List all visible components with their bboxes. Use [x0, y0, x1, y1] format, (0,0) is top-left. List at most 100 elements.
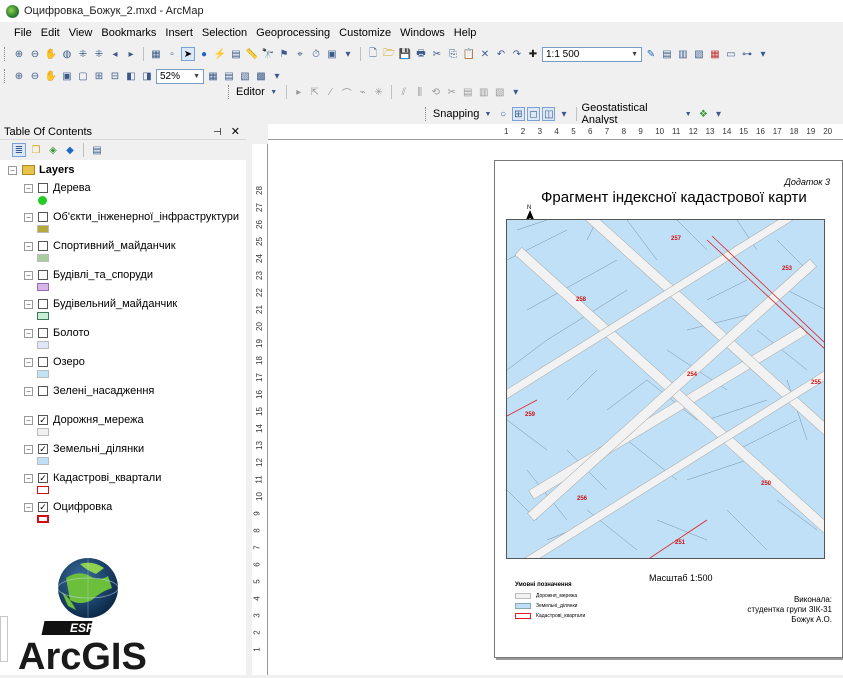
delete-icon[interactable]: ✕ — [478, 47, 492, 61]
snapping-menu-button[interactable]: Snapping — [433, 108, 480, 120]
zoom-out-icon[interactable]: ⊖ — [28, 47, 42, 61]
collapse-icon[interactable]: − — [24, 502, 33, 512]
layer-visibility-checkbox[interactable]: ✓ — [38, 473, 48, 483]
cut-polygons-icon[interactable]: ⫼ — [413, 85, 427, 99]
layer-row[interactable]: − Болото — [24, 325, 90, 341]
layer-visibility-checkbox[interactable] — [38, 386, 48, 396]
create-viewer-icon[interactable]: ▣ — [325, 47, 339, 61]
go-to-xy-icon[interactable]: ⌖ — [293, 47, 307, 61]
collapse-icon[interactable]: − — [24, 473, 33, 483]
close-icon[interactable]: ✕ — [231, 126, 240, 138]
layer-symbol-swatch[interactable] — [37, 341, 49, 349]
edit-annotation-icon[interactable]: ⇱ — [308, 85, 322, 99]
collapse-icon[interactable]: − — [24, 212, 33, 222]
html-popup-icon[interactable]: ▤ — [229, 47, 243, 61]
layer-row[interactable]: − ✓ Земельні_ділянки — [24, 441, 144, 457]
layer-visibility-checkbox[interactable] — [38, 357, 48, 367]
layer-symbol-swatch[interactable] — [37, 254, 49, 262]
list-by-visibility-icon[interactable]: ◈ — [46, 143, 60, 157]
list-by-drawing-order-icon[interactable]: ≣ — [12, 143, 26, 157]
chevron-down-icon[interactable]: ▼ — [267, 85, 281, 99]
editor-menu-button[interactable]: Editor — [236, 86, 265, 98]
collapse-icon[interactable]: − — [24, 444, 33, 454]
toolbar-grip[interactable] — [4, 69, 7, 83]
measure-icon[interactable]: 📏 — [245, 47, 259, 61]
zoom-100-icon[interactable]: ▢ — [76, 69, 90, 83]
point-icon[interactable]: ✳ — [372, 85, 386, 99]
layout-zoom-out-icon[interactable]: ⊖ — [28, 69, 42, 83]
geostatistical-wizard-icon[interactable]: ❖ — [697, 107, 710, 121]
find-route-icon[interactable]: ⚑ — [277, 47, 291, 61]
toggle-draft-mode-icon[interactable]: ▦ — [206, 69, 220, 83]
overflow-icon[interactable]: ▾ — [509, 85, 523, 99]
options-icon[interactable]: ▤ — [90, 143, 104, 157]
back-icon[interactable]: ◂ — [108, 47, 122, 61]
layer-visibility-checkbox[interactable]: ✓ — [38, 415, 48, 425]
menu-geoprocessing[interactable]: Geoprocessing — [256, 27, 330, 39]
zoom-whole-page-icon[interactable]: ▣ — [60, 69, 74, 83]
point-snapping-icon[interactable]: ○ — [497, 107, 510, 121]
collapse-icon[interactable]: − — [24, 270, 33, 280]
fixed-zoom-out-icon[interactable]: ⊟ — [108, 69, 122, 83]
rotate-icon[interactable]: ⟲ — [429, 85, 443, 99]
toolbar-grip[interactable] — [228, 85, 231, 99]
layer-visibility-checkbox[interactable] — [38, 183, 48, 193]
layer-row[interactable]: − Спортивний_майданчик — [24, 238, 176, 254]
layout-page[interactable]: Додаток 3 Фрагмент індексної кадастрової… — [494, 160, 843, 658]
collapse-icon[interactable]: − — [24, 386, 33, 396]
overflow-icon[interactable]: ▾ — [341, 47, 355, 61]
clear-selection-icon[interactable]: ▫ — [165, 47, 179, 61]
layer-row[interactable]: − ✓ Оцифровка — [24, 499, 112, 515]
undo-icon[interactable]: ↶ — [494, 47, 508, 61]
full-extent-icon[interactable]: ◍ — [60, 47, 74, 61]
list-by-source-icon[interactable]: ❒ — [29, 143, 43, 157]
menu-bookmarks[interactable]: Bookmarks — [101, 27, 156, 39]
collapse-icon[interactable]: − — [24, 183, 33, 193]
layout-zoom-in-icon[interactable]: ⊕ — [12, 69, 26, 83]
paste-icon[interactable]: 📋 — [462, 47, 476, 61]
fixed-zoom-out-icon[interactable]: ⁜ — [92, 47, 106, 61]
layout-zoom-combo[interactable]: 52% ▼ — [156, 68, 204, 84]
edit-tool-icon[interactable]: ▸ — [292, 85, 306, 99]
layer-row[interactable]: − Будівлі_та_споруди — [24, 267, 153, 283]
split-icon[interactable]: ✂ — [445, 85, 459, 99]
layer-row[interactable]: − Зелені_насадження — [24, 383, 154, 399]
create-features-icon[interactable]: ▧ — [493, 85, 507, 99]
pin-icon[interactable]: ⊣ — [213, 127, 222, 138]
overflow-icon[interactable]: ▾ — [712, 107, 725, 121]
overflow-icon[interactable]: ▾ — [270, 69, 284, 83]
arctoolbox-icon[interactable]: ▦ — [708, 47, 722, 61]
layer-row[interactable]: − ✓ Кадастрові_квартали — [24, 470, 161, 486]
search-window-icon[interactable]: ▧ — [692, 47, 706, 61]
layout-pan-icon[interactable]: ✋ — [44, 69, 58, 83]
layer-symbol-swatch[interactable] — [37, 312, 49, 320]
split-tool-icon[interactable]: ⫽ — [397, 85, 411, 99]
end-snapping-icon[interactable]: ⊞ — [511, 107, 525, 121]
layer-symbol-swatch[interactable] — [37, 457, 49, 465]
add-data-icon[interactable]: ✚ — [526, 47, 540, 61]
model-builder-icon[interactable]: ⊶ — [740, 47, 754, 61]
toolbar-grip[interactable] — [4, 47, 7, 61]
vertex-snapping-icon[interactable]: ◻ — [526, 107, 541, 121]
collapse-icon[interactable]: − — [24, 241, 33, 251]
chevron-down-icon[interactable]: ▼ — [682, 107, 695, 121]
chevron-down-icon[interactable]: ▼ — [481, 107, 494, 121]
fixed-zoom-in-icon[interactable]: ⊞ — [92, 69, 106, 83]
menu-help[interactable]: Help — [454, 27, 477, 39]
open-icon[interactable]: 🗁 — [382, 47, 396, 61]
redo-icon[interactable]: ↷ — [510, 47, 524, 61]
cut-icon[interactable]: ✂ — [430, 47, 444, 61]
time-slider-icon[interactable]: ⏱ — [309, 47, 323, 61]
select-elements-icon[interactable]: ➤ — [181, 47, 195, 61]
layer-row[interactable]: − Дерева — [24, 180, 91, 196]
layer-visibility-checkbox[interactable]: ✓ — [38, 502, 48, 512]
layer-row[interactable]: − ✓ Дорожня_мережа — [24, 412, 144, 428]
fixed-zoom-in-icon[interactable]: ⁜ — [76, 47, 90, 61]
menu-file[interactable]: File — [14, 27, 32, 39]
menu-view[interactable]: View — [69, 27, 93, 39]
catalog-icon[interactable]: ▥ — [676, 47, 690, 61]
new-document-icon[interactable]: 🗋 — [366, 47, 380, 61]
layer-visibility-checkbox[interactable]: ✓ — [38, 444, 48, 454]
save-icon[interactable]: 💾 — [398, 47, 412, 61]
previous-extent-icon[interactable]: ◧ — [124, 69, 138, 83]
